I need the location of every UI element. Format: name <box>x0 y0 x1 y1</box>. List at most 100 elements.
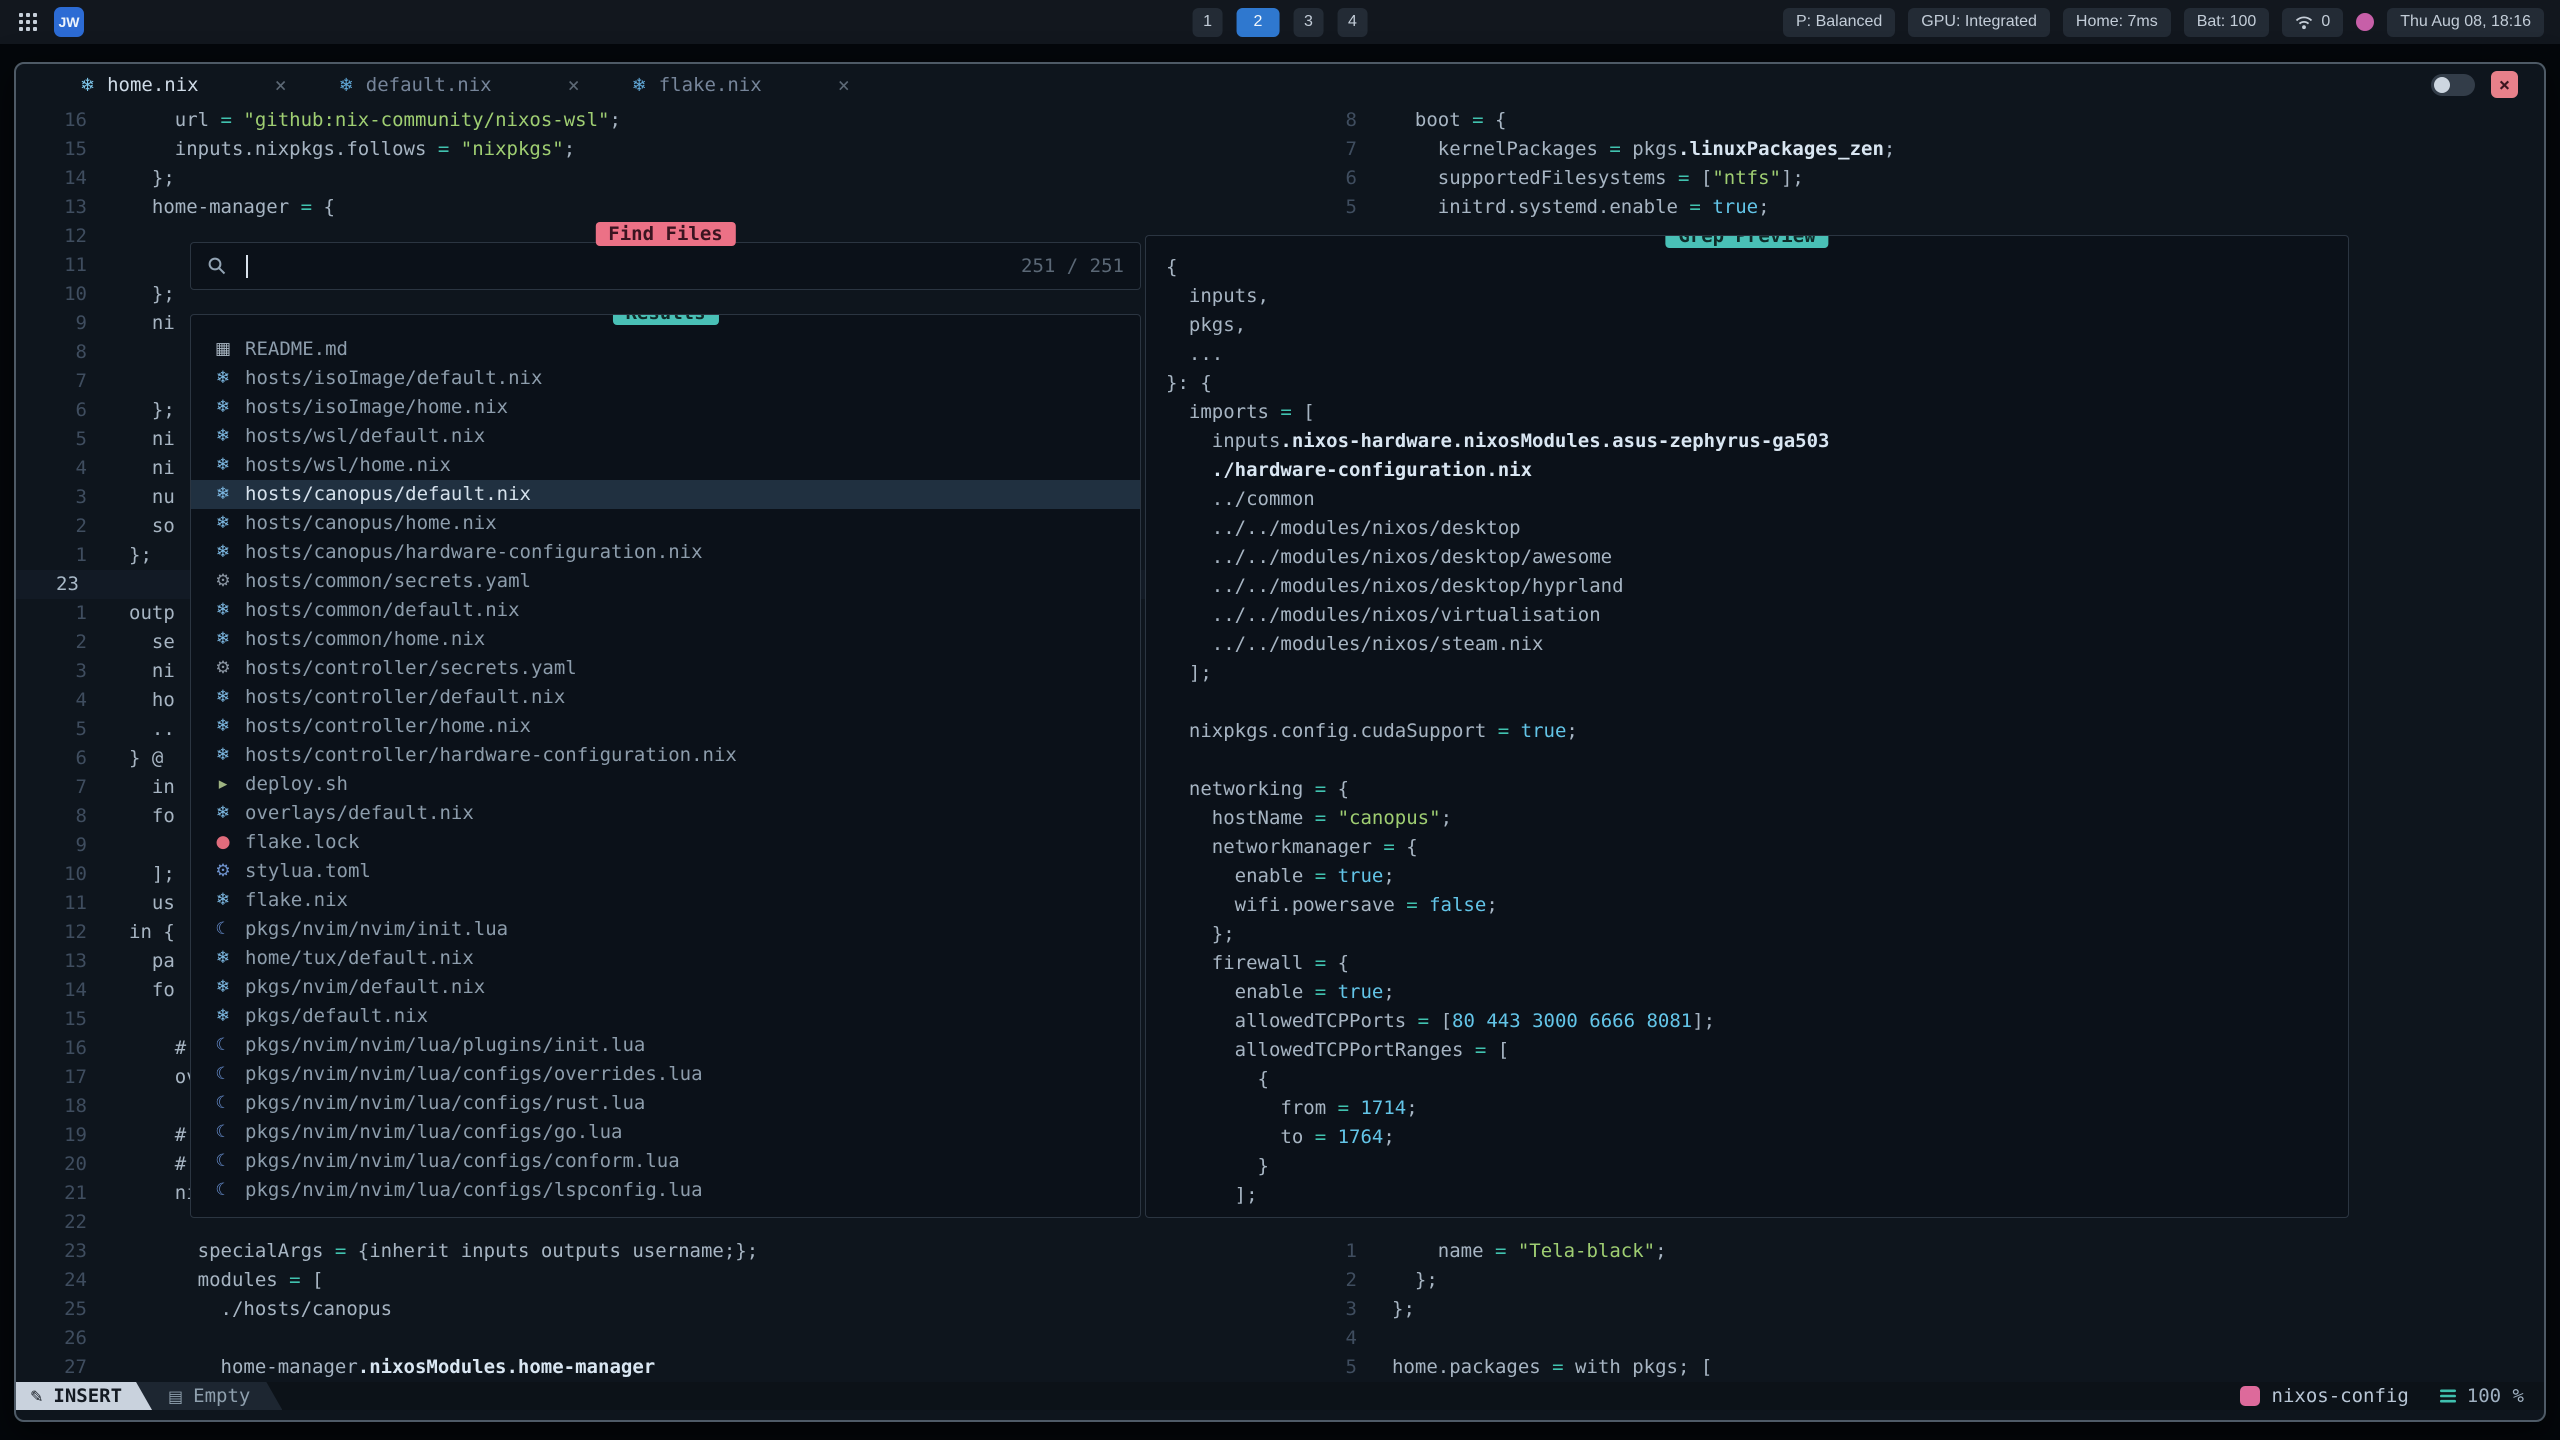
finder-search-input[interactable]: Find Files 251 / 251 <box>190 242 1141 290</box>
nix-icon: ❄ <box>339 75 354 96</box>
finder-result-item[interactable]: ❄hosts/common/home.nix <box>191 625 1140 654</box>
grep-preview-panel: Grep Preview { inputs, pkgs, ...}: { imp… <box>1145 235 2349 1218</box>
tab-close-icon[interactable]: × <box>275 73 287 97</box>
finder-result-item[interactable]: ❄pkgs/default.nix <box>191 1002 1140 1031</box>
preview-code-line: allowedTCPPorts = [80 443 3000 6666 8081… <box>1166 1007 2348 1036</box>
finder-result-item[interactable]: ❄hosts/controller/home.nix <box>191 712 1140 741</box>
preview-code-line: enable = true; <box>1166 862 2348 891</box>
file-label: Empty <box>193 1385 250 1407</box>
finder-result-item[interactable]: ❄overlays/default.nix <box>191 799 1140 828</box>
line-number: 8 <box>16 338 87 367</box>
tab-default-nix[interactable]: ❄ default.nix × <box>339 73 580 97</box>
preview-code-line: ../common <box>1166 485 2348 514</box>
line-number: 2 <box>1158 1266 1357 1295</box>
line-number: 14 <box>16 976 87 1005</box>
finder-result-item[interactable]: ❄hosts/controller/default.nix <box>191 683 1140 712</box>
terminal-window: ❄ home.nix × ❄ default.nix × ❄ flake.nix… <box>14 62 2546 1422</box>
preview-code-line: imports = [ <box>1166 398 2348 427</box>
line-number: 7 <box>16 367 87 396</box>
line-number: 19 <box>16 1121 87 1150</box>
nix-file-icon: ❄ <box>211 509 235 538</box>
line-number: 12 <box>16 918 87 947</box>
finder-result-item[interactable]: ☾pkgs/nvim/nvim/init.lua <box>191 915 1140 944</box>
code-line: 23 specialArgs = {inherit inputs outputs… <box>16 1237 1158 1266</box>
nix-icon: ❄ <box>632 75 647 96</box>
titlebar-toggle[interactable] <box>2431 74 2475 96</box>
finder-result-item[interactable]: ❄hosts/canopus/home.nix <box>191 509 1140 538</box>
finder-result-item[interactable]: ❄hosts/wsl/home.nix <box>191 451 1140 480</box>
mode-segment: ✎ INSERT <box>16 1382 152 1410</box>
finder-result-item[interactable]: ⚙stylua.toml <box>191 857 1140 886</box>
line-number: 7 <box>16 773 87 802</box>
nix-file-icon: ❄ <box>211 625 235 654</box>
finder-result-item[interactable]: ❄hosts/wsl/default.nix <box>191 422 1140 451</box>
line-number: 13 <box>16 193 87 222</box>
code-line: 14 }; <box>16 164 1158 193</box>
file-path: pkgs/nvim/nvim/lua/configs/rust.lua <box>245 1089 645 1118</box>
line-number: 16 <box>16 106 87 135</box>
file-path: home/tux/default.nix <box>245 944 474 973</box>
finder-result-item[interactable]: ☾pkgs/nvim/nvim/lua/configs/go.lua <box>191 1118 1140 1147</box>
workspace-3[interactable]: 3 <box>1293 8 1323 37</box>
line-number: 4 <box>1158 1324 1357 1353</box>
finder-result-item[interactable]: ●flake.lock <box>191 828 1140 857</box>
nix-file-icon: ❄ <box>211 596 235 625</box>
finder-result-item[interactable]: ▦README.md <box>191 335 1140 364</box>
tab-close-icon[interactable]: × <box>838 73 850 97</box>
tab-flake-nix[interactable]: ❄ flake.nix × <box>632 73 850 97</box>
finder-result-item[interactable]: ⚙hosts/controller/secrets.yaml <box>191 654 1140 683</box>
finder-result-item[interactable]: ❄home/tux/default.nix <box>191 944 1140 973</box>
tab-home-nix[interactable]: ❄ home.nix × <box>80 73 287 97</box>
preview-title-badge: Grep Preview <box>1665 235 1828 248</box>
finder-result-item[interactable]: ❄flake.nix <box>191 886 1140 915</box>
yaml-file-icon: ⚙ <box>211 654 235 683</box>
lines-icon <box>2439 1388 2457 1404</box>
window-close-button[interactable]: × <box>2491 71 2518 98</box>
finder-result-item[interactable]: ❄hosts/isoImage/default.nix <box>191 364 1140 393</box>
line-number: 5 <box>1158 193 1357 222</box>
lua-file-icon: ☾ <box>211 1060 235 1089</box>
finder-result-item[interactable]: ☾pkgs/nvim/nvim/lua/plugins/init.lua <box>191 1031 1140 1060</box>
preview-code: { inputs, pkgs, ...}: { imports = [ inpu… <box>1166 253 2348 1210</box>
workspace-1[interactable]: 1 <box>1193 8 1223 37</box>
finder-result-item[interactable]: ❄pkgs/nvim/default.nix <box>191 973 1140 1002</box>
apps-grid-icon[interactable] <box>16 10 40 34</box>
preview-code-line: wifi.powersave = false; <box>1166 891 2348 920</box>
logo-badge[interactable]: JW <box>54 7 84 37</box>
line-number: 4 <box>16 686 87 715</box>
pencil-icon: ✎ <box>30 1387 43 1406</box>
code-line: 15 inputs.nixpkgs.follows = "nixpkgs"; <box>16 135 1158 164</box>
line-number: 3 <box>16 657 87 686</box>
preview-code-line: ... <box>1166 340 2348 369</box>
finder-result-item[interactable]: ❄hosts/common/default.nix <box>191 596 1140 625</box>
line-number: 1 <box>16 599 87 628</box>
finder-result-item[interactable]: ❄hosts/canopus/hardware-configuration.ni… <box>191 538 1140 567</box>
finder-result-item[interactable]: ❄hosts/isoImage/home.nix <box>191 393 1140 422</box>
finder-result-item[interactable]: ☾pkgs/nvim/nvim/lua/configs/lspconfig.lu… <box>191 1176 1140 1205</box>
line-number: 14 <box>16 164 87 193</box>
workspace-2[interactable]: 2 <box>1237 8 1280 37</box>
line-number: 22 <box>16 1208 87 1237</box>
tab-close-icon[interactable]: × <box>568 73 580 97</box>
finder-result-item[interactable]: ☾pkgs/nvim/nvim/lua/configs/conform.lua <box>191 1147 1140 1176</box>
nix-file-icon: ❄ <box>211 886 235 915</box>
finder-result-item[interactable]: ⚙hosts/common/secrets.yaml <box>191 567 1140 596</box>
finder-result-item[interactable]: ❄hosts/controller/hardware-configuration… <box>191 741 1140 770</box>
code-line: 8 boot = { <box>1158 106 2544 135</box>
nix-file-icon: ❄ <box>211 480 235 509</box>
finder-result-item[interactable]: ▸deploy.sh <box>191 770 1140 799</box>
finder-result-item[interactable]: ❄hosts/canopus/default.nix <box>191 480 1140 509</box>
code-line: 25 ./hosts/canopus <box>16 1295 1158 1324</box>
preview-code-line: allowedTCPPortRanges = [ <box>1166 1036 2348 1065</box>
file-path: pkgs/nvim/default.nix <box>245 973 485 1002</box>
window-controls: × <box>2431 71 2518 98</box>
network-chip: 0 <box>2282 8 2343 37</box>
workspace-4[interactable]: 4 <box>1337 8 1367 37</box>
lock-file-icon: ● <box>211 828 235 857</box>
finder-result-item[interactable]: ☾pkgs/nvim/nvim/lua/configs/overrides.lu… <box>191 1060 1140 1089</box>
line-number: 6 <box>16 744 87 773</box>
line-number: 1 <box>1158 1237 1357 1266</box>
finder-result-item[interactable]: ☾pkgs/nvim/nvim/lua/configs/rust.lua <box>191 1089 1140 1118</box>
file-path: hosts/isoImage/default.nix <box>245 364 542 393</box>
code-line: 24 modules = [ <box>16 1266 1158 1295</box>
